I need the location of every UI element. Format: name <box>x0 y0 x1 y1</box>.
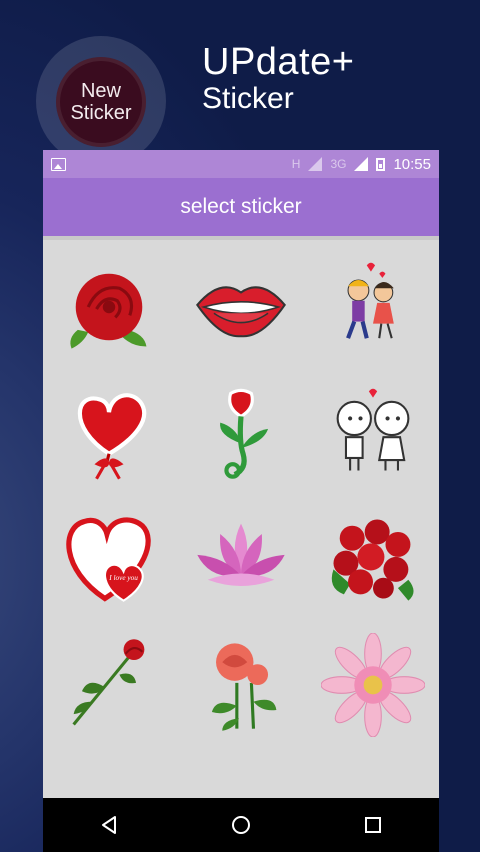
status-bar: H 3G 10:55 <box>43 150 439 178</box>
lotus-icon <box>197 523 285 587</box>
badge-line-1: New <box>80 80 121 102</box>
sticker-item[interactable] <box>43 370 175 496</box>
sticker-item[interactable] <box>175 370 307 496</box>
sticker-item[interactable] <box>307 370 439 496</box>
sticker-item[interactable]: I love you <box>43 496 175 622</box>
sticker-item[interactable] <box>307 496 439 622</box>
recents-icon <box>365 817 381 833</box>
red-rose-icon <box>70 273 147 349</box>
signal-icon <box>308 157 323 171</box>
promo-headline: UPdate+ Sticker <box>202 42 354 116</box>
sticker-item[interactable] <box>307 622 439 748</box>
rose-bouquet-icon <box>331 519 414 601</box>
back-button[interactable] <box>89 805 129 845</box>
sticker-love-text: I love you <box>108 574 138 582</box>
headline-line-2: Sticker <box>202 82 294 115</box>
cartoon-couple-icon <box>336 388 410 471</box>
home-button[interactable] <box>221 805 261 845</box>
pink-gerbera-icon <box>321 633 425 737</box>
headline-line-1: UPdate+ <box>202 41 355 83</box>
sticker-item[interactable] <box>175 244 307 370</box>
battery-icon <box>376 157 386 171</box>
i-love-you-heart-icon: I love you <box>66 517 151 602</box>
navigation-bar <box>43 798 439 852</box>
badge-line-2: Sticker <box>70 102 132 124</box>
recents-button[interactable] <box>353 805 393 845</box>
lips-icon <box>196 286 286 338</box>
sticker-item[interactable] <box>307 244 439 370</box>
app-bar: select sticker <box>43 178 439 240</box>
sticker-item[interactable] <box>175 496 307 622</box>
sticker-grid: I love you <box>43 244 439 748</box>
network-h-label: H <box>291 157 301 171</box>
page-title: select sticker <box>180 195 302 218</box>
signal-strong-icon <box>354 157 369 171</box>
pink-roses-icon <box>211 643 277 731</box>
image-notification-icon <box>51 157 66 171</box>
tulip-icon <box>220 388 269 479</box>
new-sticker-badge: New Sticker <box>56 57 146 147</box>
sticker-item[interactable] <box>175 622 307 748</box>
sticker-item[interactable] <box>43 622 175 748</box>
single-rose-icon <box>72 639 145 726</box>
heart-balloon-icon <box>78 393 147 480</box>
network-3g-label: 3G <box>330 157 347 171</box>
app-bar-divider <box>43 236 439 240</box>
status-time: 10:55 <box>393 155 431 173</box>
home-icon <box>232 816 250 834</box>
back-icon <box>102 816 116 834</box>
kissing-couple-icon <box>346 262 394 339</box>
phone-screen: H 3G 10:55 select sticker I love you <box>43 150 439 852</box>
sticker-item[interactable] <box>43 244 175 370</box>
